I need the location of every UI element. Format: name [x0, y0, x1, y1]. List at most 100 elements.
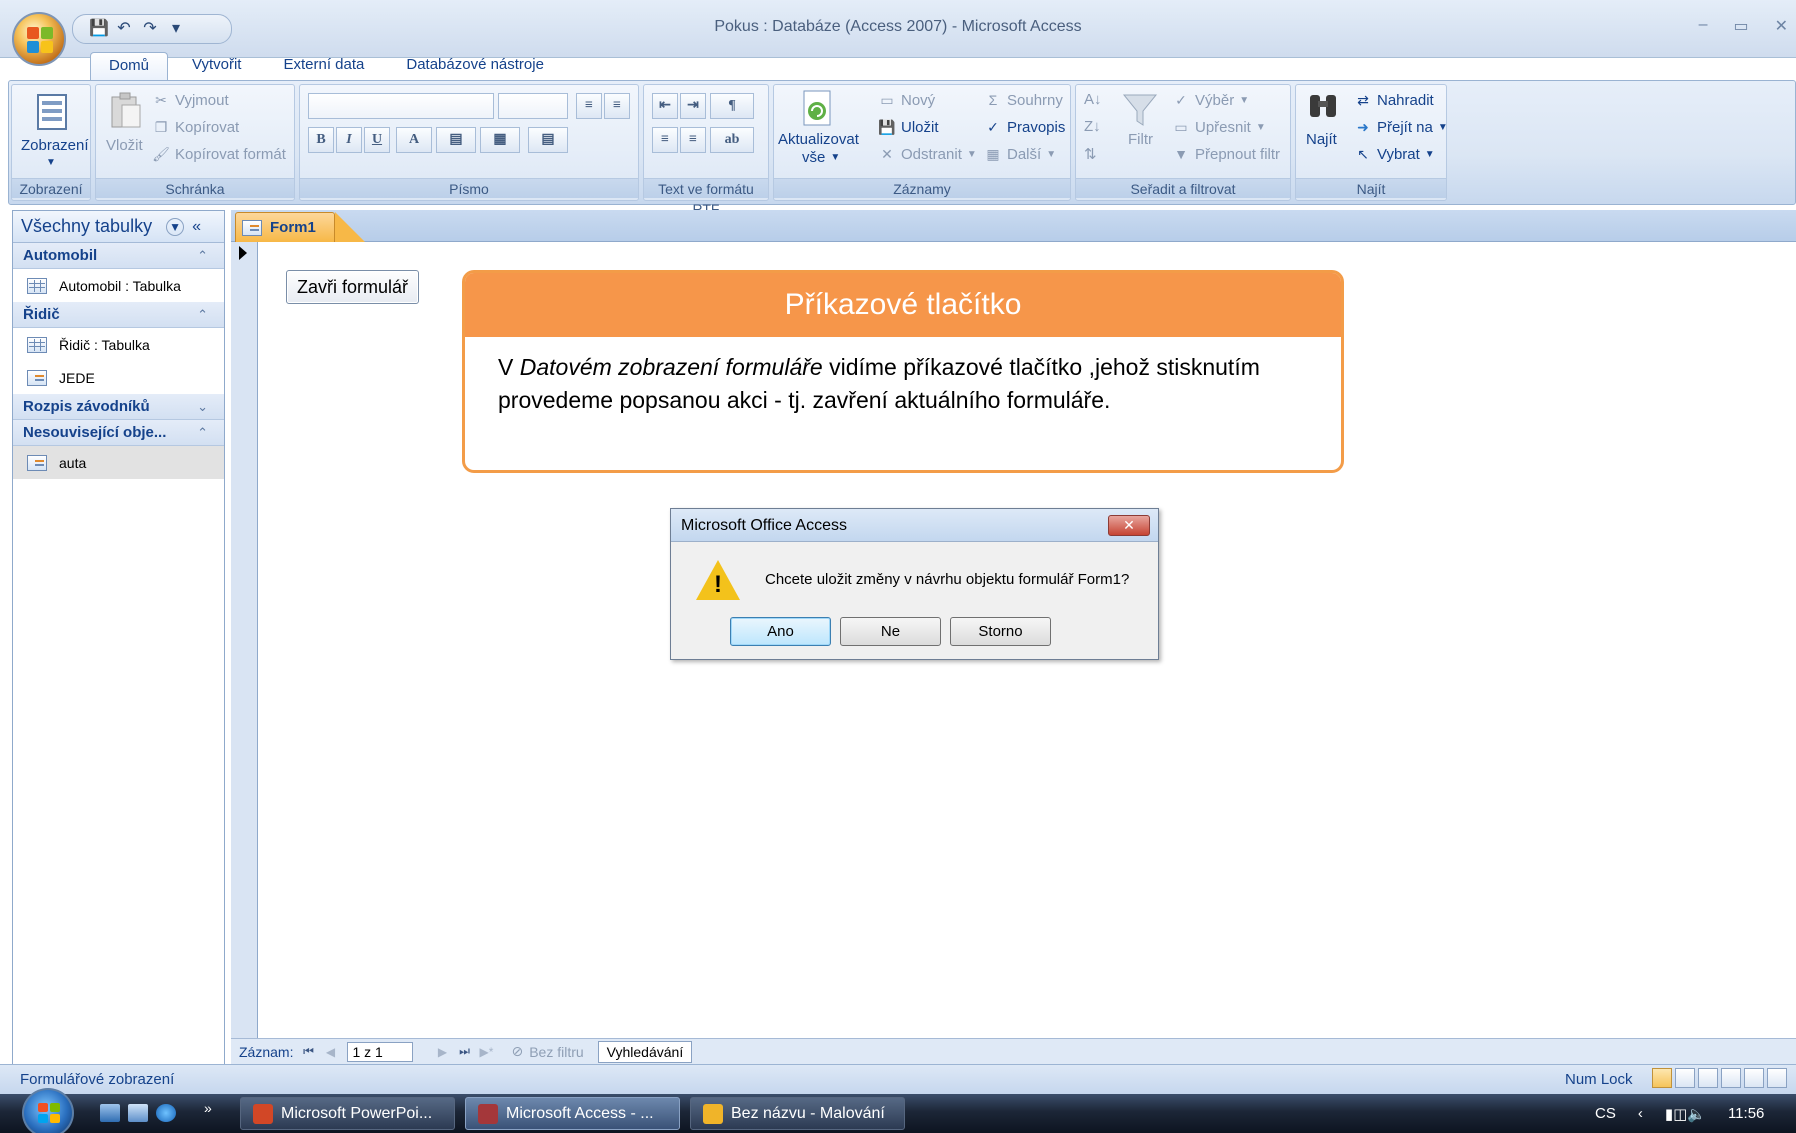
nav-item-automobil-tabulka[interactable]: Automobil : Tabulka — [13, 269, 224, 302]
font-size-combo[interactable] — [498, 93, 568, 119]
bullets-button[interactable]: ≡ — [680, 127, 706, 153]
vyber-button[interactable]: ✓ Výběr ▼ — [1172, 91, 1249, 109]
nav-item-auta[interactable]: auta — [13, 446, 224, 479]
language-indicator[interactable]: CS — [1595, 1105, 1616, 1122]
prepnout-filtr-button[interactable]: ▼ Přepnout filtr — [1172, 145, 1280, 163]
nav-category-ridic[interactable]: Řidič ⌃ — [13, 302, 224, 328]
align-center-button[interactable]: ≡ — [604, 93, 630, 119]
task-powerpoint[interactable]: Microsoft PowerPoi... — [240, 1097, 455, 1130]
close-form-button[interactable]: Zavři formulář — [286, 270, 419, 304]
show-desktop-icon[interactable] — [100, 1104, 120, 1122]
ano-button[interactable]: Ano — [730, 617, 831, 646]
group-rtf: ⇤ ⇥ ¶ ≡ ≡ ab Text ve formátu RTF — [643, 84, 769, 217]
dalsi-button[interactable]: ▦ Další ▼ — [984, 145, 1056, 163]
vybrat-button[interactable]: ↖ Vybrat ▼ — [1354, 145, 1435, 163]
upresnit-button[interactable]: ▭ Upřesnit ▼ — [1172, 118, 1265, 136]
start-button[interactable] — [22, 1088, 74, 1133]
highlight-button[interactable]: ab — [710, 127, 754, 153]
tab-vytvorit[interactable]: Vytvořit — [174, 52, 259, 80]
nav-item-ridic-tabulka[interactable]: Řidič : Tabulka — [13, 328, 224, 361]
tray-expand-icon[interactable]: ‹ — [1638, 1105, 1643, 1122]
kopirovat-button[interactable]: ❐ Kopírovat — [152, 118, 240, 136]
switch-windows-icon[interactable] — [128, 1104, 148, 1122]
clear-sort-icon[interactable]: ⇅ — [1084, 145, 1097, 163]
sort-descending-icon[interactable]: Z↓ — [1084, 118, 1101, 135]
current-record-arrow-icon — [239, 246, 247, 260]
align-left-button[interactable]: ≡ — [576, 93, 602, 119]
ne-button[interactable]: Ne — [840, 617, 941, 646]
decrease-indent-button[interactable]: ⇤ — [652, 93, 678, 119]
nav-item-jede[interactable]: JEDE — [13, 361, 224, 394]
italic-button[interactable]: I — [336, 127, 362, 153]
nav-category-nesouvisejici[interactable]: Nesouvisející obje... ⌃ — [13, 420, 224, 446]
previous-record-icon[interactable]: ◀ — [323, 1045, 337, 1059]
bold-button[interactable]: B — [308, 127, 334, 153]
aktualizovat-vse-button[interactable]: vše ▼ — [802, 149, 840, 166]
new-record-nav-icon[interactable]: ▶* — [479, 1045, 494, 1059]
kopirovat-format-button[interactable]: 🖌 Kopírovat formát — [152, 145, 286, 163]
zobrazeni-dropdown-icon[interactable]: ▼ — [46, 157, 56, 168]
close-window-button[interactable]: ✕ — [1775, 16, 1788, 36]
font-name-combo[interactable] — [308, 93, 494, 119]
numbering-button[interactable]: ≡ — [652, 127, 678, 153]
fill-color-button[interactable]: ▤ — [436, 127, 476, 153]
odstranit-button[interactable]: ✕ Odstranit ▼ — [878, 145, 977, 163]
storno-button[interactable]: Storno — [950, 617, 1051, 646]
filtr-button[interactable]: Filtr — [1128, 131, 1153, 148]
paragraph-direction-button[interactable]: ¶ — [710, 93, 754, 119]
nav-menu-icon[interactable]: ▼ — [166, 217, 185, 236]
record-position-field[interactable]: 1 z 1 — [347, 1041, 414, 1062]
window-controls: – ▭ ✕ — [1699, 16, 1788, 36]
tab-domu[interactable]: Domů — [90, 52, 169, 80]
underline-button[interactable]: U — [364, 127, 390, 153]
datasheet-view-icon[interactable] — [1675, 1068, 1695, 1088]
zobrazeni-button[interactable]: Zobrazení — [21, 137, 89, 154]
record-selector[interactable] — [231, 242, 258, 1062]
increase-indent-button[interactable]: ⇥ — [680, 93, 706, 119]
prejit-na-button[interactable]: ➜ Přejít na ▼ — [1354, 118, 1448, 136]
pivot-chart-view-icon[interactable] — [1721, 1068, 1741, 1088]
network-volume-icons[interactable]: ▮◫🔈 — [1665, 1105, 1706, 1123]
office-button[interactable] — [12, 12, 66, 66]
filter-indicator[interactable]: ⊘ Bez filtru — [511, 1043, 583, 1060]
ulozit-button[interactable]: 💾 Uložit — [878, 118, 938, 136]
nahradit-button[interactable]: ⇄ Nahradit — [1354, 91, 1434, 109]
vyjmout-button[interactable]: ✂ Vyjmout — [152, 91, 229, 109]
aktualizovat-button[interactable]: Aktualizovat — [778, 131, 859, 148]
internet-explorer-icon[interactable] — [156, 1104, 176, 1122]
dialog-close-button[interactable]: ✕ — [1108, 515, 1150, 536]
gridlines-button[interactable]: ▦ — [480, 127, 520, 153]
last-record-icon[interactable]: ⏭ — [457, 1044, 471, 1059]
task-access[interactable]: Microsoft Access - ... — [465, 1097, 680, 1130]
souhrny-button[interactable]: Σ Souhrny — [984, 91, 1063, 109]
office-logo-icon — [27, 27, 53, 53]
tab-form1[interactable]: Form1 — [235, 212, 335, 242]
novy-button[interactable]: ▭ Nový — [878, 91, 935, 109]
collapse-pane-icon[interactable]: « — [192, 218, 201, 236]
pravopis-button[interactable]: ✓ Pravopis — [984, 118, 1065, 136]
design-view-icon[interactable] — [1767, 1068, 1787, 1088]
vlozit-button[interactable]: Vložit — [106, 137, 143, 154]
nav-pane-header[interactable]: Všechny tabulky ▼ « — [13, 211, 224, 243]
alt-fill-button[interactable]: ▤ — [528, 127, 568, 153]
scissors-icon: ✂ — [155, 92, 167, 108]
task-paint[interactable]: Bez názvu - Malování — [690, 1097, 905, 1130]
more-quicklaunch-icon[interactable]: » — [204, 1100, 216, 1118]
tab-databazove-nastroje[interactable]: Databázové nástroje — [388, 52, 562, 80]
font-color-button[interactable]: A — [396, 127, 432, 153]
nav-category-rozpis-zavodniku[interactable]: Rozpis závodníků ⌄ — [13, 394, 224, 420]
sort-ascending-icon[interactable]: A↓ — [1084, 91, 1102, 108]
first-record-icon[interactable]: ⏮ — [301, 1044, 315, 1059]
tab-externi-data[interactable]: Externí data — [265, 52, 382, 80]
layout-view-icon[interactable] — [1744, 1068, 1764, 1088]
minimize-button[interactable]: – — [1699, 16, 1708, 36]
clock[interactable]: 11:56 — [1728, 1105, 1764, 1122]
najit-button[interactable]: Najít — [1306, 131, 1337, 148]
next-record-icon[interactable]: ▶ — [435, 1045, 449, 1059]
restore-button[interactable]: ▭ — [1733, 16, 1748, 36]
taskbar: » Microsoft PowerPoi... Microsoft Access… — [0, 1088, 1796, 1133]
nav-category-automobil[interactable]: Automobil ⌃ — [13, 243, 224, 269]
search-box[interactable]: Vyhledávání — [597, 1040, 693, 1063]
form-view-icon[interactable] — [1652, 1068, 1672, 1088]
pivot-table-view-icon[interactable] — [1698, 1068, 1718, 1088]
